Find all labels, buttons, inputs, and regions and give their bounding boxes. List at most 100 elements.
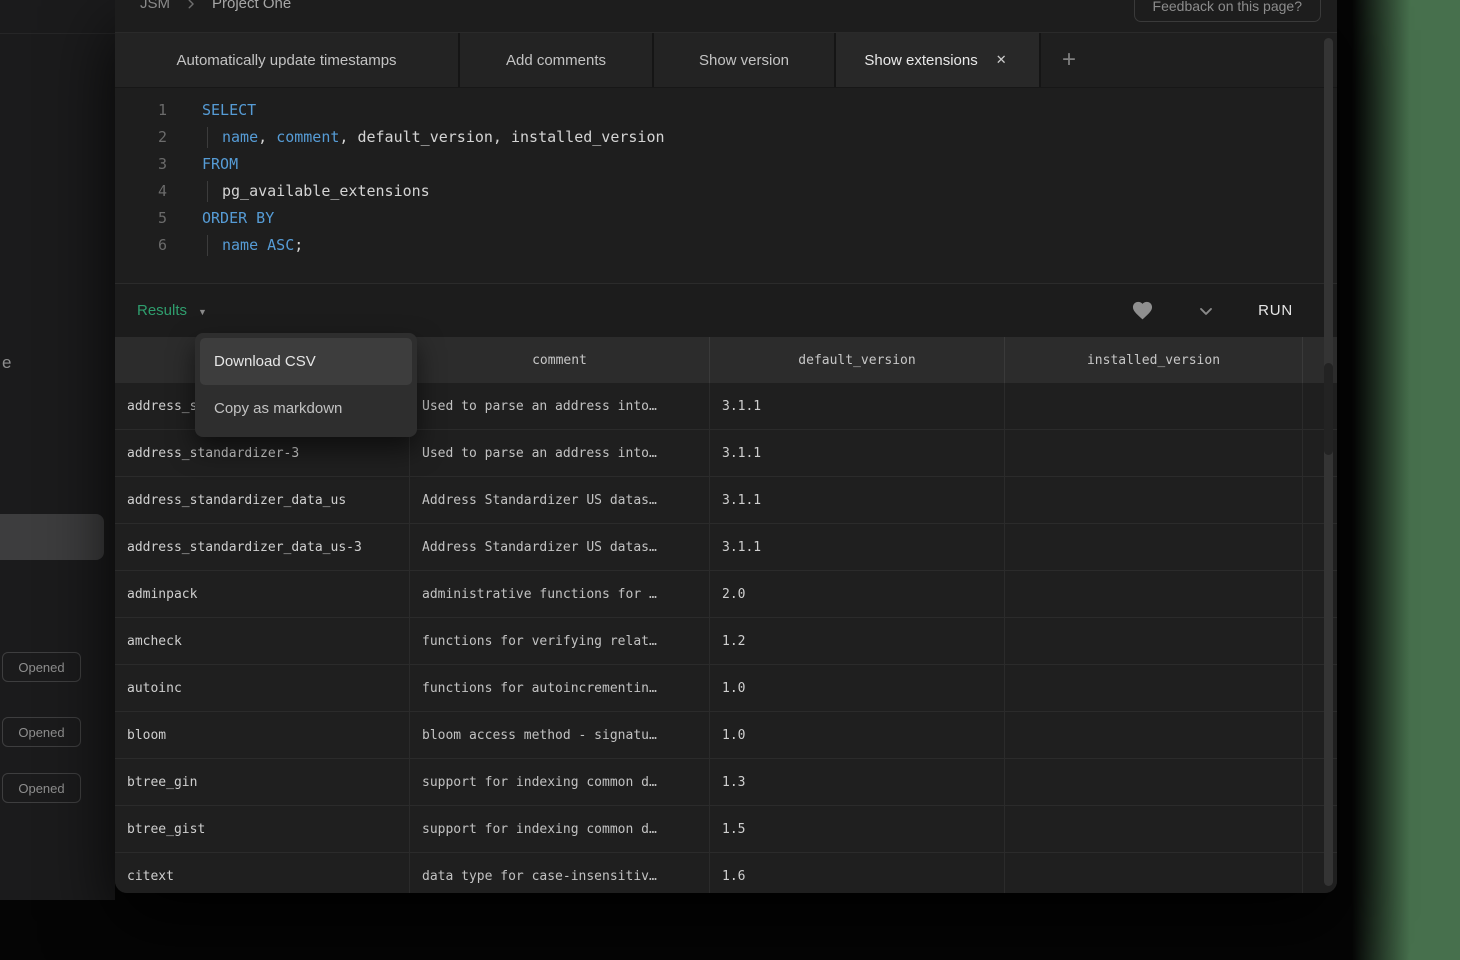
menu-item-copy-as-markdown[interactable]: Copy as markdown [200,385,412,432]
cell-installed-version [1005,712,1303,758]
menu-item-download-csv[interactable]: Download CSV [200,338,412,385]
cell-installed-version [1005,430,1303,476]
cell-comment: support for indexing common d… [410,806,710,852]
cell-default-version: 1.0 [710,712,1005,758]
background-page-strip: e Opened Opened Opened [0,0,115,900]
window-header: JSM Project One Feedback on this page? [115,0,1337,33]
cell-installed-version [1005,759,1303,805]
column-header-installed-version[interactable]: installed_version [1005,337,1303,383]
table-row[interactable]: btree_gistsupport for indexing common d…… [115,806,1337,853]
cell-name: btree_gist [115,806,410,852]
cell-default-version: 1.0 [710,665,1005,711]
sql-editor-window: JSM Project One Feedback on this page? A… [115,0,1337,893]
cell-name: bloom [115,712,410,758]
cell-default-version: 3.1.1 [710,383,1005,429]
code-text: FROM [202,151,238,178]
cell-name: btree_gin [115,759,410,805]
results-dropdown[interactable]: Results ▼ [137,302,207,319]
breadcrumb-project[interactable]: Project One [212,0,291,12]
code-line: 6name ASC; [115,232,1337,259]
column-header-default-version[interactable]: default_version [710,337,1005,383]
code-text: ORDER BY [202,205,274,232]
cell-default-version: 1.5 [710,806,1005,852]
cell-installed-version [1005,383,1303,429]
cell-comment: Address Standardizer US datas… [410,477,710,523]
table-row[interactable]: btree_ginsupport for indexing common d…1… [115,759,1337,806]
tab-label: Show version [699,52,789,69]
cell-comment: support for indexing common d… [410,759,710,805]
results-table-body: address_standardizerUsed to parse an add… [115,383,1337,893]
new-tab-button[interactable]: + [1041,33,1097,87]
tab-label: Automatically update timestamps [176,52,396,69]
cell-comment: Address Standardizer US datas… [410,524,710,570]
cell-installed-version [1005,571,1303,617]
status-badge-opened: Opened [2,717,81,747]
code-text: pg_available_extensions [202,178,430,205]
results-bar: Results ▼ RUN [115,283,1337,337]
tab-label: Add comments [506,52,606,69]
vertical-scrollbar[interactable] [1324,38,1333,886]
code-line: 5 ORDER BY [115,205,1337,232]
cell-name: citext [115,853,410,893]
cell-name: amcheck [115,618,410,664]
cell-default-version: 3.1.1 [710,430,1005,476]
code-line: 3 FROM [115,151,1337,178]
code-text: SELECT [202,97,256,124]
cell-default-version: 3.1.1 [710,524,1005,570]
sql-editor[interactable]: 1SELECT2name, comment, default_version, … [115,88,1337,283]
cell-comment: functions for autoincrementin… [410,665,710,711]
cell-installed-version [1005,477,1303,523]
cell-name: autoinc [115,665,410,711]
table-row[interactable]: autoincfunctions for autoincrementin…1.0 [115,665,1337,712]
line-number: 5 [115,205,167,232]
line-number: 6 [115,232,167,259]
favorite-heart-button[interactable] [1131,300,1154,321]
line-number: 4 [115,178,167,205]
table-row[interactable]: amcheckfunctions for verifying relat…1.2 [115,618,1337,665]
status-badge-opened: Opened [2,652,81,682]
cell-installed-version [1005,618,1303,664]
column-header-comment[interactable]: comment [410,337,710,383]
code-line: 1SELECT [115,97,1337,124]
breadcrumb-org[interactable]: JSM [140,0,170,12]
status-badge-opened: Opened [2,773,81,803]
results-bar-actions: RUN [1131,300,1293,321]
cell-default-version: 2.0 [710,571,1005,617]
cell-default-version: 3.1.1 [710,477,1005,523]
feedback-button[interactable]: Feedback on this page? [1134,0,1321,22]
background-partial-text: e [2,353,11,373]
code-text: name, comment, default_version, installe… [202,124,665,151]
run-button[interactable]: RUN [1258,302,1293,319]
caret-down-icon: ▼ [198,305,207,317]
tab-show-version[interactable]: Show version [654,33,836,87]
table-row[interactable]: address_standardizer-3Used to parse an a… [115,430,1337,477]
table-row[interactable]: address_standardizer_data_us-3Address St… [115,524,1337,571]
background-selected-row [0,514,104,560]
tab-add-comments[interactable]: Add comments [460,33,654,87]
code-line: 4 pg_available_extensions [115,178,1337,205]
chevron-down-button[interactable] [1196,301,1216,321]
cell-installed-version [1005,806,1303,852]
background-divider [0,33,115,34]
close-tab-icon[interactable]: ✕ [992,50,1011,70]
cell-comment: data type for case-insensitiv… [410,853,710,893]
cell-default-version: 1.2 [710,618,1005,664]
cell-name: address_standardizer_data_us [115,477,410,523]
scrollbar-thumb[interactable] [1324,363,1333,455]
table-row[interactable]: adminpackadministrative functions for …2… [115,571,1337,618]
table-row[interactable]: bloombloom access method - signatu…1.0 [115,712,1337,759]
results-context-menu: Download CSVCopy as markdown [195,333,417,437]
tab-show-extensions[interactable]: Show extensions✕ [836,33,1041,87]
cell-installed-version [1005,524,1303,570]
code-line: 2name, comment, default_version, install… [115,124,1337,151]
cell-installed-version [1005,853,1303,893]
cell-comment: functions for verifying relat… [410,618,710,664]
tab-automatically-update-timestamps[interactable]: Automatically update timestamps [115,33,460,87]
cell-default-version: 1.6 [710,853,1005,893]
breadcrumb: JSM Project One [140,0,291,12]
cell-comment: Used to parse an address into… [410,383,710,429]
line-number: 3 [115,151,167,178]
table-row[interactable]: address_standardizer_data_usAddress Stan… [115,477,1337,524]
cell-installed-version [1005,665,1303,711]
table-row[interactable]: citextdata type for case-insensitiv…1.6 [115,853,1337,893]
